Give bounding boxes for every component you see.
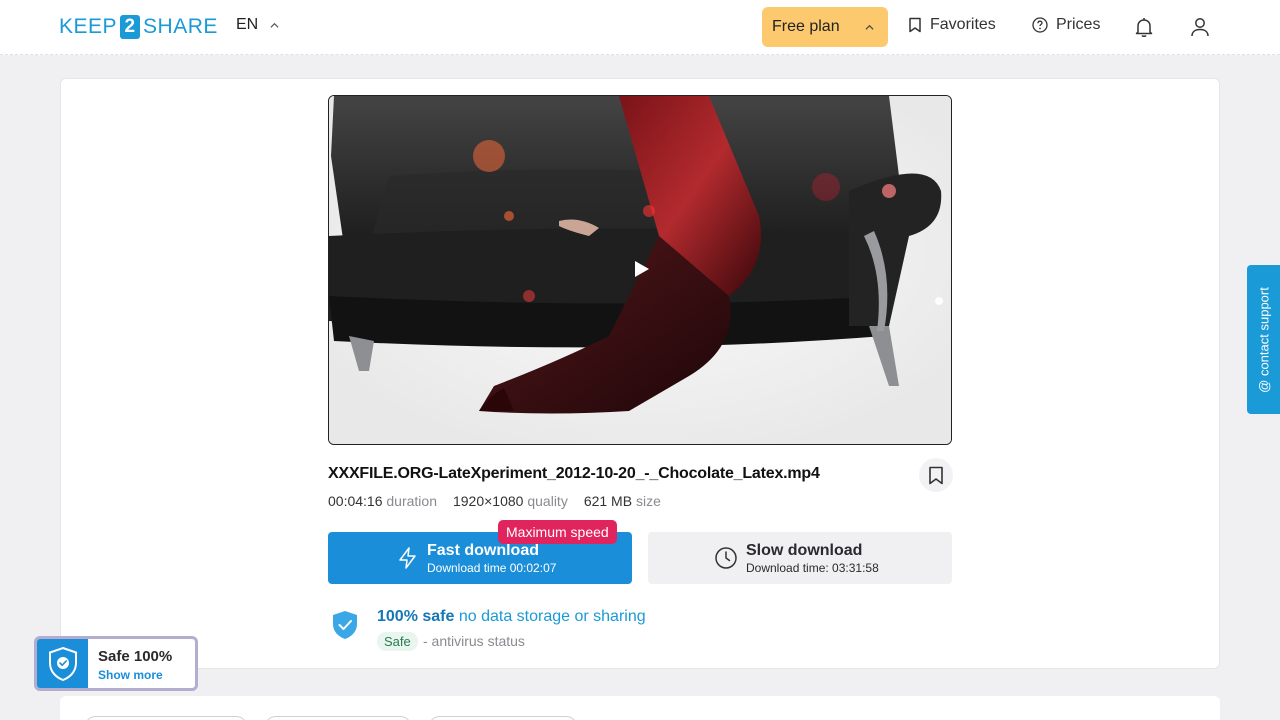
user-icon[interactable] bbox=[1188, 15, 1212, 39]
bookmark-icon bbox=[929, 466, 943, 484]
chevron-up-icon bbox=[270, 22, 279, 28]
play-icon[interactable] bbox=[634, 260, 650, 278]
safety-title-strong: 100% safe bbox=[377, 608, 455, 625]
plan-button[interactable]: Free plan bbox=[762, 7, 888, 47]
safe-widget-title: Safe 100% bbox=[98, 648, 173, 665]
prices-link[interactable]: Prices bbox=[1032, 16, 1100, 34]
contact-support-tab[interactable]: @ contact support bbox=[1247, 265, 1280, 414]
plan-label: Free plan bbox=[772, 18, 840, 35]
max-speed-badge: Maximum speed bbox=[498, 520, 617, 544]
shield-check-icon bbox=[48, 646, 77, 681]
duration-label: duration bbox=[386, 493, 437, 509]
fast-download-title: Fast download bbox=[427, 542, 539, 559]
slow-download-title: Slow download bbox=[746, 542, 863, 559]
slow-download-time: Download time: 03:31:58 bbox=[746, 561, 879, 575]
safety-title-rest: no data storage or sharing bbox=[458, 608, 646, 625]
safe-widget-icon-box bbox=[37, 639, 88, 688]
help-circle-icon bbox=[1032, 17, 1048, 33]
chevron-up-icon bbox=[865, 24, 874, 30]
contact-support-label: @ contact support bbox=[1256, 286, 1271, 393]
antivirus-badge: Safe bbox=[377, 632, 418, 651]
favorites-link[interactable]: Favorites bbox=[908, 16, 996, 34]
language-label: EN bbox=[236, 16, 259, 33]
bookmark-icon bbox=[909, 17, 921, 33]
size-label: size bbox=[635, 493, 661, 509]
lightning-icon bbox=[399, 547, 416, 569]
antivirus-status: - antivirus status bbox=[423, 633, 525, 649]
logo-text-keep: KEEP bbox=[59, 15, 118, 38]
size-value: 621 MB bbox=[583, 493, 633, 509]
quality-meta: 1920×1080 quality bbox=[453, 493, 568, 509]
logo-number: 2 bbox=[120, 15, 141, 39]
tag-pill[interactable] bbox=[428, 716, 578, 720]
video-preview[interactable] bbox=[328, 95, 952, 445]
safety-title: 100% safe no data storage or sharing bbox=[377, 608, 646, 626]
clock-icon bbox=[715, 547, 737, 569]
bell-icon[interactable] bbox=[1132, 15, 1156, 39]
size-meta: 621 MB size bbox=[584, 493, 661, 509]
safe-widget[interactable]: Safe 100% Show more bbox=[34, 636, 198, 691]
tag-pill[interactable] bbox=[264, 716, 412, 720]
favorites-label: Favorites bbox=[930, 16, 996, 33]
file-meta: 00:04:16 duration 1920×1080 quality 621 … bbox=[328, 493, 661, 509]
file-name: XXXFILE.ORG-LateXperiment_2012-10-20_-_C… bbox=[328, 465, 820, 482]
logo-text-share: SHARE bbox=[143, 15, 218, 38]
site-logo[interactable]: KEEP 2 SHARE bbox=[59, 14, 218, 40]
duration-meta: 00:04:16 duration bbox=[328, 493, 437, 509]
shield-check-icon bbox=[333, 611, 357, 639]
show-more-link[interactable]: Show more bbox=[98, 668, 163, 682]
tag-pill[interactable] bbox=[84, 716, 248, 720]
prices-label: Prices bbox=[1056, 16, 1101, 33]
quality-value: 1920×1080 bbox=[452, 493, 524, 509]
slow-download-button[interactable]: Slow download Download time: 03:31:58 bbox=[648, 532, 952, 584]
duration-value: 00:04:16 bbox=[328, 493, 383, 509]
language-selector[interactable]: EN bbox=[236, 16, 279, 34]
site-header: KEEP 2 SHARE EN Free plan Favorites Pric… bbox=[0, 0, 1280, 55]
bookmark-button[interactable] bbox=[919, 458, 953, 492]
quality-label: quality bbox=[527, 493, 568, 509]
fast-download-time: Download time 00:02:07 bbox=[427, 561, 557, 575]
